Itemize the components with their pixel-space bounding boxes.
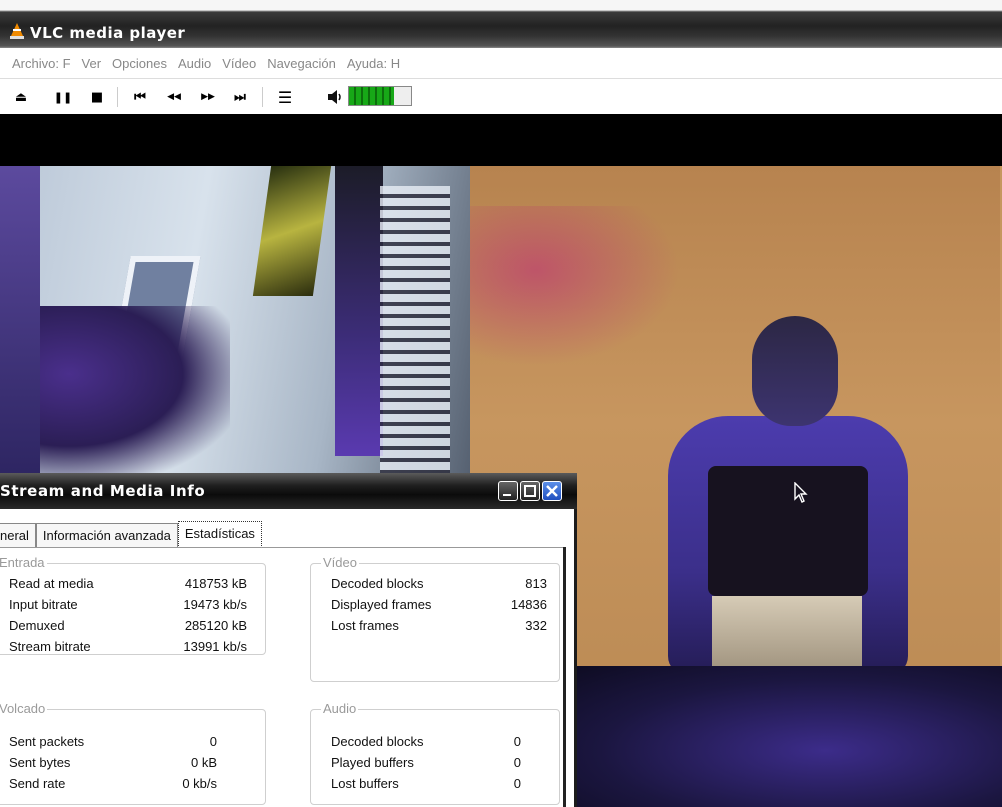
stat-label: Read at media: [9, 576, 94, 591]
menu-audio[interactable]: Audio: [178, 56, 211, 71]
menu-ver[interactable]: Ver: [82, 56, 102, 71]
stat-label: Lost buffers: [331, 776, 399, 791]
playlist-icon[interactable]: ☰: [274, 87, 296, 107]
stop-icon[interactable]: ■: [88, 87, 106, 107]
video-group: Vídeo Decoded blocks 813 Displayed frame…: [310, 555, 560, 682]
video-person-pants: [712, 596, 862, 676]
audio-group: Audio Decoded blocks 0 Played buffers 0 …: [310, 701, 560, 805]
maximize-button[interactable]: [520, 481, 540, 501]
close-icon: [546, 485, 558, 497]
minimize-icon: [503, 494, 511, 496]
menu-bar: Archivo: F Ver Opciones Audio Vídeo Nave…: [0, 48, 1002, 78]
stat-label: Input bitrate: [9, 597, 78, 612]
maximize-icon: [524, 485, 536, 497]
audio-group-title: Audio: [321, 701, 359, 716]
tab-divider: [0, 547, 566, 548]
volume-level: [349, 87, 394, 105]
stream-media-info-dialog: Stream and Media Info neral Información …: [0, 473, 577, 807]
stat-label: Stream bitrate: [9, 639, 91, 654]
speaker-icon[interactable]: [326, 88, 344, 106]
mouse-cursor-icon: [794, 482, 808, 503]
stat-value: 332: [525, 618, 547, 633]
dialog-title-bar[interactable]: Stream and Media Info: [0, 473, 577, 509]
pause-icon[interactable]: ❚❚: [54, 87, 72, 107]
menu-navegacion[interactable]: Navegación: [267, 56, 336, 71]
panel-edge: [563, 547, 566, 807]
stat-label: Decoded blocks: [331, 734, 424, 749]
stat-value: 285120 kB: [184, 618, 247, 633]
video-letterbox: [0, 114, 1002, 166]
video-group-title: Vídeo: [321, 555, 359, 570]
next-icon[interactable]: ⏭: [228, 87, 252, 107]
stat-value: 14836: [510, 597, 547, 612]
stat-value: 0: [209, 734, 217, 749]
playback-toolbar: ⏏ ❚❚ ■ ⏮ ◀◀ ▶▶ ⏭ ☰: [0, 78, 1002, 114]
input-group: Entrada Read at media 418753 kB Input bi…: [0, 555, 266, 655]
video-banner: [335, 166, 383, 456]
fast-forward-icon[interactable]: ▶▶: [196, 87, 220, 107]
video-ornament: [380, 186, 450, 496]
dump-group-title: Volcado: [0, 701, 48, 716]
video-person-shirt: [708, 466, 868, 596]
stat-label: Sent packets: [9, 734, 85, 749]
rewind-icon[interactable]: ◀◀: [162, 87, 186, 107]
window-title: VLC media player: [30, 24, 186, 42]
stat-value: 0: [513, 755, 521, 770]
close-button[interactable]: [542, 481, 562, 501]
menu-archivo[interactable]: Archivo: F: [12, 56, 71, 71]
menu-video[interactable]: Vídeo: [222, 56, 256, 71]
stat-value: 418753 kB: [184, 576, 247, 591]
vlc-cone-icon: [10, 23, 24, 39]
volume-slider[interactable]: [348, 86, 412, 106]
stat-value: 19473 kb/s: [183, 597, 247, 612]
tab-general[interactable]: neral: [0, 523, 36, 547]
stat-value: 813: [525, 576, 547, 591]
video-figure: [0, 166, 40, 486]
stat-value: 0: [513, 734, 521, 749]
video-person-head: [752, 316, 838, 426]
dialog-tabs: neral Información avanzada Estadísticas: [0, 521, 262, 548]
video-crowd: [560, 666, 1002, 807]
stat-label: Demuxed: [9, 618, 65, 633]
eject-icon[interactable]: ⏏: [12, 87, 30, 107]
stat-label: Decoded blocks: [331, 576, 424, 591]
dump-group: Volcado Sent packets 0 Sent bytes 0 kB S…: [0, 701, 266, 805]
tab-advanced-info[interactable]: Información avanzada: [35, 523, 178, 547]
stat-value: 13991 kb/s: [183, 639, 247, 654]
stat-label: Sent bytes: [9, 755, 71, 770]
stat-value: 0 kb/s: [182, 776, 217, 791]
stat-value: 0: [513, 776, 521, 791]
stat-value: 0 kB: [190, 755, 217, 770]
previous-icon[interactable]: ⏮: [128, 87, 152, 107]
stat-label: Played buffers: [331, 755, 414, 770]
tab-statistics[interactable]: Estadísticas: [177, 521, 262, 548]
toolbar-separator: [262, 87, 263, 107]
menu-opciones[interactable]: Opciones: [112, 56, 167, 71]
dialog-title: Stream and Media Info: [0, 482, 206, 500]
stat-label: Displayed frames: [331, 597, 432, 612]
stat-label: Lost frames: [331, 618, 399, 633]
dialog-body: neral Información avanzada Estadísticas …: [0, 509, 574, 807]
menu-ayuda[interactable]: Ayuda: H: [347, 56, 400, 71]
input-group-title: Entrada: [0, 555, 47, 570]
toolbar-separator: [117, 87, 118, 107]
video-artifact: [440, 206, 680, 366]
stat-label: Send rate: [9, 776, 66, 791]
minimize-button[interactable]: [498, 481, 518, 501]
